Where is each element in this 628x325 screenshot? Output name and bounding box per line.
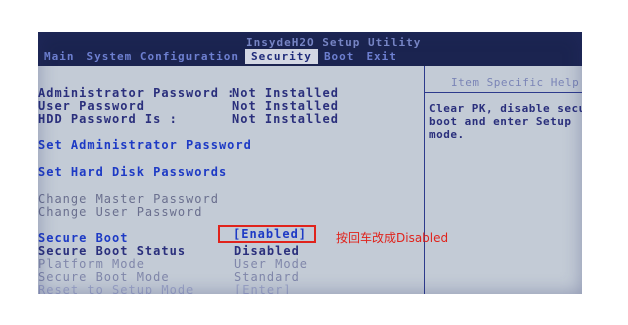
reset-to-setup-mode-label[interactable]: Reset to Setup Mode — [38, 283, 194, 294]
help-title: Item Specific Help — [451, 76, 580, 89]
help-panel: Item Specific Help Clear PK, disable sec… — [425, 66, 582, 294]
secure-boot-mode-value: Standard — [234, 270, 300, 284]
hdd-password-label: HDD Password Is : — [38, 112, 178, 126]
hdd-password-status: Not Installed — [232, 112, 339, 126]
change-master-password[interactable]: Change Master Password — [38, 192, 219, 206]
bios-screen: InsydeH2O Setup Utility Main System Conf… — [38, 32, 582, 294]
app-title: InsydeH2O Setup Utility — [246, 36, 422, 49]
platform-mode-value: User Mode — [234, 257, 309, 271]
title-bar: InsydeH2O Setup Utility Main System Conf… — [38, 32, 582, 66]
secure-boot-status-label: Secure Boot Status — [38, 244, 187, 258]
tab-boot[interactable]: Boot — [318, 49, 361, 64]
secure-boot-status-value: Disabled — [234, 244, 300, 258]
tab-main[interactable]: Main — [38, 49, 81, 64]
tab-security[interactable]: Security — [244, 49, 318, 64]
admin-password-label: Administrator Password : — [38, 86, 236, 100]
tab-exit[interactable]: Exit — [360, 49, 403, 64]
help-line: boot and enter Setup — [429, 115, 572, 128]
reset-to-setup-mode-value[interactable]: [Enter] — [234, 283, 292, 294]
secure-boot-mode-label: Secure Boot Mode — [38, 270, 170, 284]
help-line: Clear PK, disable secure — [429, 102, 582, 115]
set-administrator-password[interactable]: Set Administrator Password — [38, 138, 252, 152]
set-hard-disk-passwords[interactable]: Set Hard Disk Passwords — [38, 165, 227, 179]
help-line: mode. — [429, 128, 465, 141]
user-password-status: Not Installed — [232, 99, 339, 113]
tab-system-configuration[interactable]: System Configuration — [81, 49, 245, 64]
platform-mode-label: Platform Mode — [38, 257, 145, 271]
admin-password-status: Not Installed — [232, 86, 339, 100]
help-header: Item Specific Help — [425, 66, 582, 93]
secure-boot-label[interactable]: Secure Boot — [38, 231, 128, 245]
user-password-label: User Password — [38, 99, 145, 113]
security-panel: Administrator Password : Not Installed U… — [38, 66, 424, 294]
help-text: Clear PK, disable secure boot and enter … — [429, 102, 582, 141]
annotation-note: 按回车改成Disabled — [336, 231, 449, 245]
secure-boot-value-highlight[interactable]: [Enabled] — [218, 225, 316, 243]
change-user-password[interactable]: Change User Password — [38, 205, 203, 219]
tab-bar: Main System Configuration Security Boot … — [38, 49, 403, 64]
